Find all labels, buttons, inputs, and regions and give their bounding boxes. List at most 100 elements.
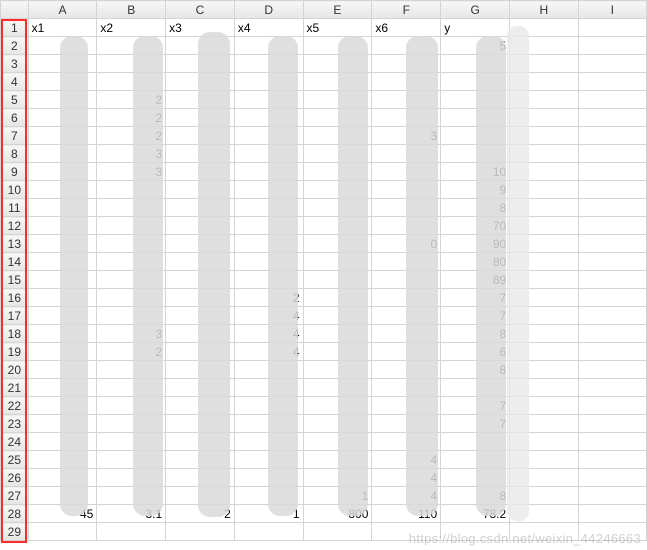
cell-G6[interactable] <box>441 109 510 127</box>
cell-C3[interactable] <box>166 55 235 73</box>
cell-C2[interactable] <box>166 37 235 55</box>
cell-B2[interactable] <box>97 37 166 55</box>
cell-A9[interactable] <box>28 163 97 181</box>
cell-G24[interactable] <box>441 433 510 451</box>
cell-F23[interactable] <box>372 415 441 433</box>
cell-I1[interactable] <box>578 19 646 37</box>
cell-B8[interactable]: 3 <box>97 145 166 163</box>
col-header-D[interactable]: D <box>234 1 303 19</box>
cell-C18[interactable] <box>166 325 235 343</box>
cell-C7[interactable] <box>166 127 235 145</box>
cell-A25[interactable] <box>28 451 97 469</box>
cell-B15[interactable] <box>97 271 166 289</box>
cell-E3[interactable] <box>303 55 372 73</box>
cell-E12[interactable] <box>303 217 372 235</box>
row-header-9[interactable]: 9 <box>1 163 29 181</box>
cell-I8[interactable] <box>578 145 646 163</box>
cell-D29[interactable] <box>234 523 303 541</box>
row-header-13[interactable]: 13 <box>1 235 29 253</box>
cell-E15[interactable] <box>303 271 372 289</box>
cell-D9[interactable] <box>234 163 303 181</box>
cell-F11[interactable] <box>372 199 441 217</box>
cell-B22[interactable] <box>97 397 166 415</box>
cell-G28[interactable]: 78.2 <box>441 505 510 523</box>
cell-D2[interactable] <box>234 37 303 55</box>
cell-A8[interactable] <box>28 145 97 163</box>
row-header-1[interactable]: 1 <box>1 19 29 37</box>
cell-F14[interactable] <box>372 253 441 271</box>
cell-F27[interactable]: 4 <box>372 487 441 505</box>
cell-I17[interactable] <box>578 307 646 325</box>
cell-E18[interactable] <box>303 325 372 343</box>
cell-C4[interactable] <box>166 73 235 91</box>
row-header-3[interactable]: 3 <box>1 55 29 73</box>
cell-G17[interactable]: 7 <box>441 307 510 325</box>
cell-D25[interactable] <box>234 451 303 469</box>
cell-D14[interactable] <box>234 253 303 271</box>
cell-I19[interactable] <box>578 343 646 361</box>
cell-E22[interactable] <box>303 397 372 415</box>
cell-C25[interactable] <box>166 451 235 469</box>
cell-E23[interactable] <box>303 415 372 433</box>
cell-I24[interactable] <box>578 433 646 451</box>
cell-D3[interactable] <box>234 55 303 73</box>
cell-C28[interactable]: 2 <box>166 505 235 523</box>
cell-F16[interactable] <box>372 289 441 307</box>
cell-D17[interactable]: 4 <box>234 307 303 325</box>
cell-I10[interactable] <box>578 181 646 199</box>
cell-A17[interactable] <box>28 307 97 325</box>
cell-E1[interactable]: x5 <box>303 19 372 37</box>
cell-B12[interactable] <box>97 217 166 235</box>
cell-B3[interactable] <box>97 55 166 73</box>
cell-C12[interactable] <box>166 217 235 235</box>
cell-E11[interactable] <box>303 199 372 217</box>
row-header-29[interactable]: 29 <box>1 523 29 541</box>
cell-A20[interactable] <box>28 361 97 379</box>
cell-D21[interactable] <box>234 379 303 397</box>
cell-E17[interactable] <box>303 307 372 325</box>
cell-B27[interactable] <box>97 487 166 505</box>
cell-C6[interactable] <box>166 109 235 127</box>
cell-C24[interactable] <box>166 433 235 451</box>
cell-A23[interactable] <box>28 415 97 433</box>
cell-G21[interactable] <box>441 379 510 397</box>
cell-F3[interactable] <box>372 55 441 73</box>
cell-B10[interactable] <box>97 181 166 199</box>
cell-C1[interactable]: x3 <box>166 19 235 37</box>
cell-F21[interactable] <box>372 379 441 397</box>
row-header-7[interactable]: 7 <box>1 127 29 145</box>
cell-I12[interactable] <box>578 217 646 235</box>
cell-F26[interactable]: 4 <box>372 469 441 487</box>
cell-I23[interactable] <box>578 415 646 433</box>
spreadsheet-grid[interactable]: A B C D E F G H I 1x1x2x3x4x5x6y25345262… <box>0 0 647 541</box>
cell-A16[interactable] <box>28 289 97 307</box>
cell-D18[interactable]: 4 <box>234 325 303 343</box>
col-header-F[interactable]: F <box>372 1 441 19</box>
cell-A15[interactable] <box>28 271 97 289</box>
cell-B16[interactable] <box>97 289 166 307</box>
cell-B5[interactable]: 2 <box>97 91 166 109</box>
cell-C23[interactable] <box>166 415 235 433</box>
cell-I11[interactable] <box>578 199 646 217</box>
cell-G25[interactable] <box>441 451 510 469</box>
cell-D26[interactable] <box>234 469 303 487</box>
cell-I29[interactable] <box>578 523 646 541</box>
cell-G13[interactable]: 90 <box>441 235 510 253</box>
cell-F29[interactable] <box>372 523 441 541</box>
cell-F7[interactable]: 3 <box>372 127 441 145</box>
cell-C16[interactable] <box>166 289 235 307</box>
cell-E25[interactable] <box>303 451 372 469</box>
col-header-G[interactable]: G <box>441 1 510 19</box>
cell-G3[interactable] <box>441 55 510 73</box>
cell-H29[interactable] <box>510 523 578 541</box>
cell-A19[interactable] <box>28 343 97 361</box>
cell-B26[interactable] <box>97 469 166 487</box>
cell-A18[interactable] <box>28 325 97 343</box>
cell-F22[interactable] <box>372 397 441 415</box>
cell-G2[interactable]: 5 <box>441 37 510 55</box>
col-header-E[interactable]: E <box>303 1 372 19</box>
row-header-12[interactable]: 12 <box>1 217 29 235</box>
cell-G1[interactable]: y <box>441 19 510 37</box>
cell-E28[interactable]: 800 <box>303 505 372 523</box>
cell-C17[interactable] <box>166 307 235 325</box>
